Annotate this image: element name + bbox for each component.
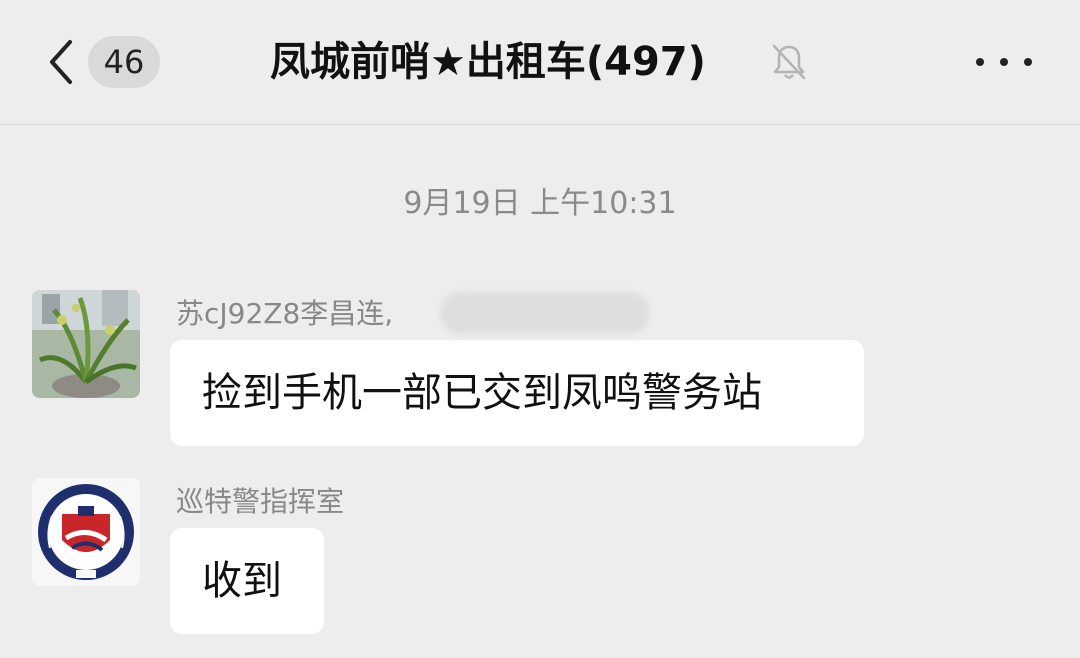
plant-photo-icon [32,290,140,398]
more-dot [1024,58,1032,66]
chat-header: 46 凤城前哨★出租车(497) [0,0,1080,125]
more-dot [1000,58,1008,66]
message-timestamp: 9月19日 上午10:31 [403,186,677,221]
sender-avatar-plant[interactable] [32,290,140,398]
blurred-group-nickname [440,292,650,334]
police-emblem-icon [32,478,140,586]
sender-avatar-police[interactable] [32,478,140,586]
message-bubble[interactable]: 收到 [170,528,324,634]
sender-name: 苏cJ92Z8李昌连, [176,297,394,330]
unread-count-badge[interactable]: 46 [88,36,160,88]
bell-off-icon [772,44,806,80]
chat-title: 凤城前哨★出租车(497) [270,39,706,85]
message-bubble[interactable]: 捡到手机一部已交到凤鸣警务站 [170,340,864,446]
sender-name: 巡特警指挥室 [176,485,345,518]
more-dot [976,58,984,66]
more-options-button[interactable] [976,44,1032,80]
chevron-left-icon [50,40,72,84]
back-button[interactable] [40,34,80,90]
